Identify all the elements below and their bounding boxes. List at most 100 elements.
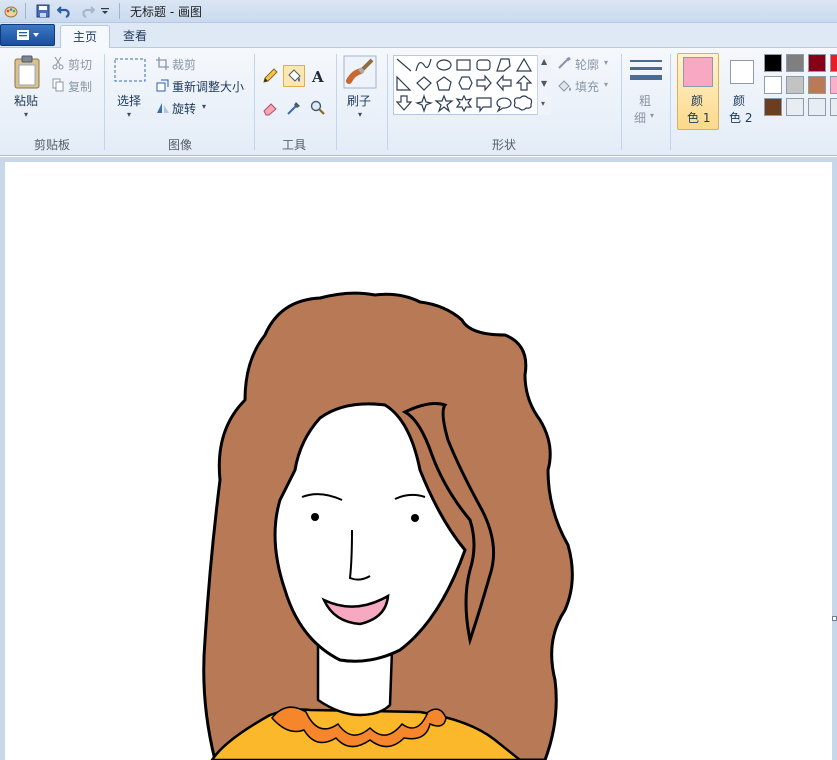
pencil-icon: [263, 68, 278, 83]
image-group-label: 图像: [167, 138, 192, 152]
triangle-shape-icon: [515, 57, 533, 72]
group-divider: [621, 54, 622, 150]
palette-color-swatch[interactable]: [830, 54, 837, 72]
paste-icon[interactable]: [13, 55, 41, 92]
resize-icon: [156, 79, 169, 95]
ribbon-tab-row: 主页 查看: [0, 23, 837, 49]
crop-button[interactable]: 裁剪: [172, 56, 196, 73]
quick-access-separator: [25, 3, 26, 19]
eraser-tool[interactable]: [259, 97, 281, 119]
brushes-button-label[interactable]: 刷子: [347, 92, 371, 109]
palette-color-swatch[interactable]: [786, 98, 804, 116]
palette-color-swatch[interactable]: [764, 76, 782, 94]
fill-tool[interactable]: [283, 65, 305, 87]
magnifier-tool[interactable]: [307, 97, 329, 119]
group-divider: [104, 54, 105, 150]
fill-button[interactable]: 填充: [575, 78, 599, 95]
palette-color-swatch[interactable]: [830, 76, 837, 94]
palette-color-swatch[interactable]: [764, 54, 782, 72]
window-title: 无标题 - 画图: [130, 4, 202, 19]
shapes-gallery: [393, 55, 551, 115]
paint-app-icon[interactable]: [3, 3, 19, 19]
curve-shape-icon: [415, 58, 432, 72]
eyedropper-icon: [287, 102, 300, 115]
svg-text:A: A: [311, 68, 324, 84]
cloud-callout-shape-icon: [513, 95, 533, 111]
palette-color-swatch[interactable]: [808, 54, 826, 72]
paste-button-label[interactable]: 粘贴: [14, 92, 38, 109]
clipboard-group-label: 剪贴板: [33, 138, 70, 152]
select-icon[interactable]: [114, 58, 146, 87]
right-eye: [411, 514, 419, 522]
eraser-icon: [263, 103, 277, 116]
group-divider: [254, 54, 255, 150]
girl-drawing: [202, 291, 574, 760]
right-arrow-shape-icon: [476, 74, 492, 92]
palette-color-swatch[interactable]: [764, 98, 782, 116]
menu-icon: [16, 30, 39, 40]
paste-dropdown-arrow[interactable]: ▾: [24, 110, 28, 119]
palette-color-swatch[interactable]: [830, 98, 837, 116]
application-menu-button[interactable]: [0, 24, 55, 46]
scissors-icon: [52, 56, 64, 73]
six-point-star-icon: [455, 94, 473, 113]
shapes-scrollbar[interactable]: ▲ ▼ ▾: [537, 55, 551, 115]
rotate-button[interactable]: 旋转: [172, 100, 196, 117]
group-divider: [670, 54, 671, 150]
select-button-label[interactable]: 选择: [117, 92, 141, 109]
rounded-rectangle-shape-icon: [476, 59, 491, 71]
color-2-label-line1[interactable]: 颜: [733, 92, 745, 109]
group-divider: [387, 54, 388, 150]
size-label-line1[interactable]: 粗: [639, 92, 651, 109]
pencil-tool[interactable]: [259, 65, 281, 87]
color-1-swatch[interactable]: [683, 57, 713, 87]
group-divider: [336, 54, 337, 150]
color-picker-tool[interactable]: [283, 97, 305, 119]
outline-dropdown-arrow[interactable]: ▾: [604, 58, 608, 67]
gallery-expand-arrow[interactable]: ▾: [541, 99, 545, 108]
tab-home[interactable]: 主页: [60, 25, 111, 49]
copy-button[interactable]: 复制: [68, 78, 92, 95]
text-tool[interactable]: A: [307, 65, 329, 87]
brush-icon[interactable]: [343, 55, 377, 92]
scroll-down-arrow[interactable]: ▼: [541, 79, 547, 88]
drawing-canvas[interactable]: [5, 162, 832, 760]
customize-quick-access-icon[interactable]: [97, 3, 113, 19]
save-icon[interactable]: [35, 3, 51, 19]
size-label-line2[interactable]: 细: [634, 109, 646, 126]
palette-color-swatch[interactable]: [808, 98, 826, 116]
canvas-workspace: [0, 157, 837, 760]
up-arrow-shape-icon: [515, 75, 533, 91]
oval-callout-shape-icon: [496, 97, 512, 113]
palette-color-swatch[interactable]: [808, 76, 826, 94]
polygon-shape-icon: [496, 58, 511, 72]
fill-bucket-icon: [557, 79, 572, 95]
resize-button[interactable]: 重新调整大小: [172, 78, 244, 95]
brushes-dropdown-arrow[interactable]: ▾: [358, 110, 362, 119]
text-icon: A: [311, 68, 324, 84]
palette-color-swatch[interactable]: [786, 76, 804, 94]
shapes-group-label: 形状: [491, 138, 516, 152]
color-2-label-line2[interactable]: 色 2: [729, 109, 752, 126]
select-dropdown-arrow[interactable]: ▾: [127, 110, 131, 119]
shapes-gallery-icons: [395, 57, 533, 113]
rotate-icon: [156, 101, 170, 117]
canvas-resize-handle[interactable]: [832, 616, 837, 621]
rotate-dropdown-arrow[interactable]: ▾: [202, 102, 206, 111]
line-shape-icon: [396, 58, 412, 72]
fill-dropdown-arrow[interactable]: ▾: [604, 80, 608, 89]
scroll-up-arrow[interactable]: ▲: [541, 57, 547, 66]
redo-icon[interactable]: [79, 3, 95, 19]
title-separator: [119, 3, 120, 19]
five-point-star-icon: [434, 94, 454, 113]
outline-brush-icon: [557, 56, 572, 73]
size-dropdown-arrow[interactable]: ▾: [650, 111, 654, 120]
color-1-label-line1: 颜: [691, 94, 704, 108]
color-2-swatch[interactable]: [730, 60, 754, 84]
palette-color-swatch[interactable]: [786, 54, 804, 72]
line-size-icon[interactable]: [629, 58, 663, 87]
undo-icon[interactable]: [57, 3, 73, 19]
tab-view[interactable]: 查看: [111, 25, 159, 49]
outline-button[interactable]: 轮廓: [575, 56, 599, 73]
cut-button[interactable]: 剪切: [68, 56, 92, 73]
